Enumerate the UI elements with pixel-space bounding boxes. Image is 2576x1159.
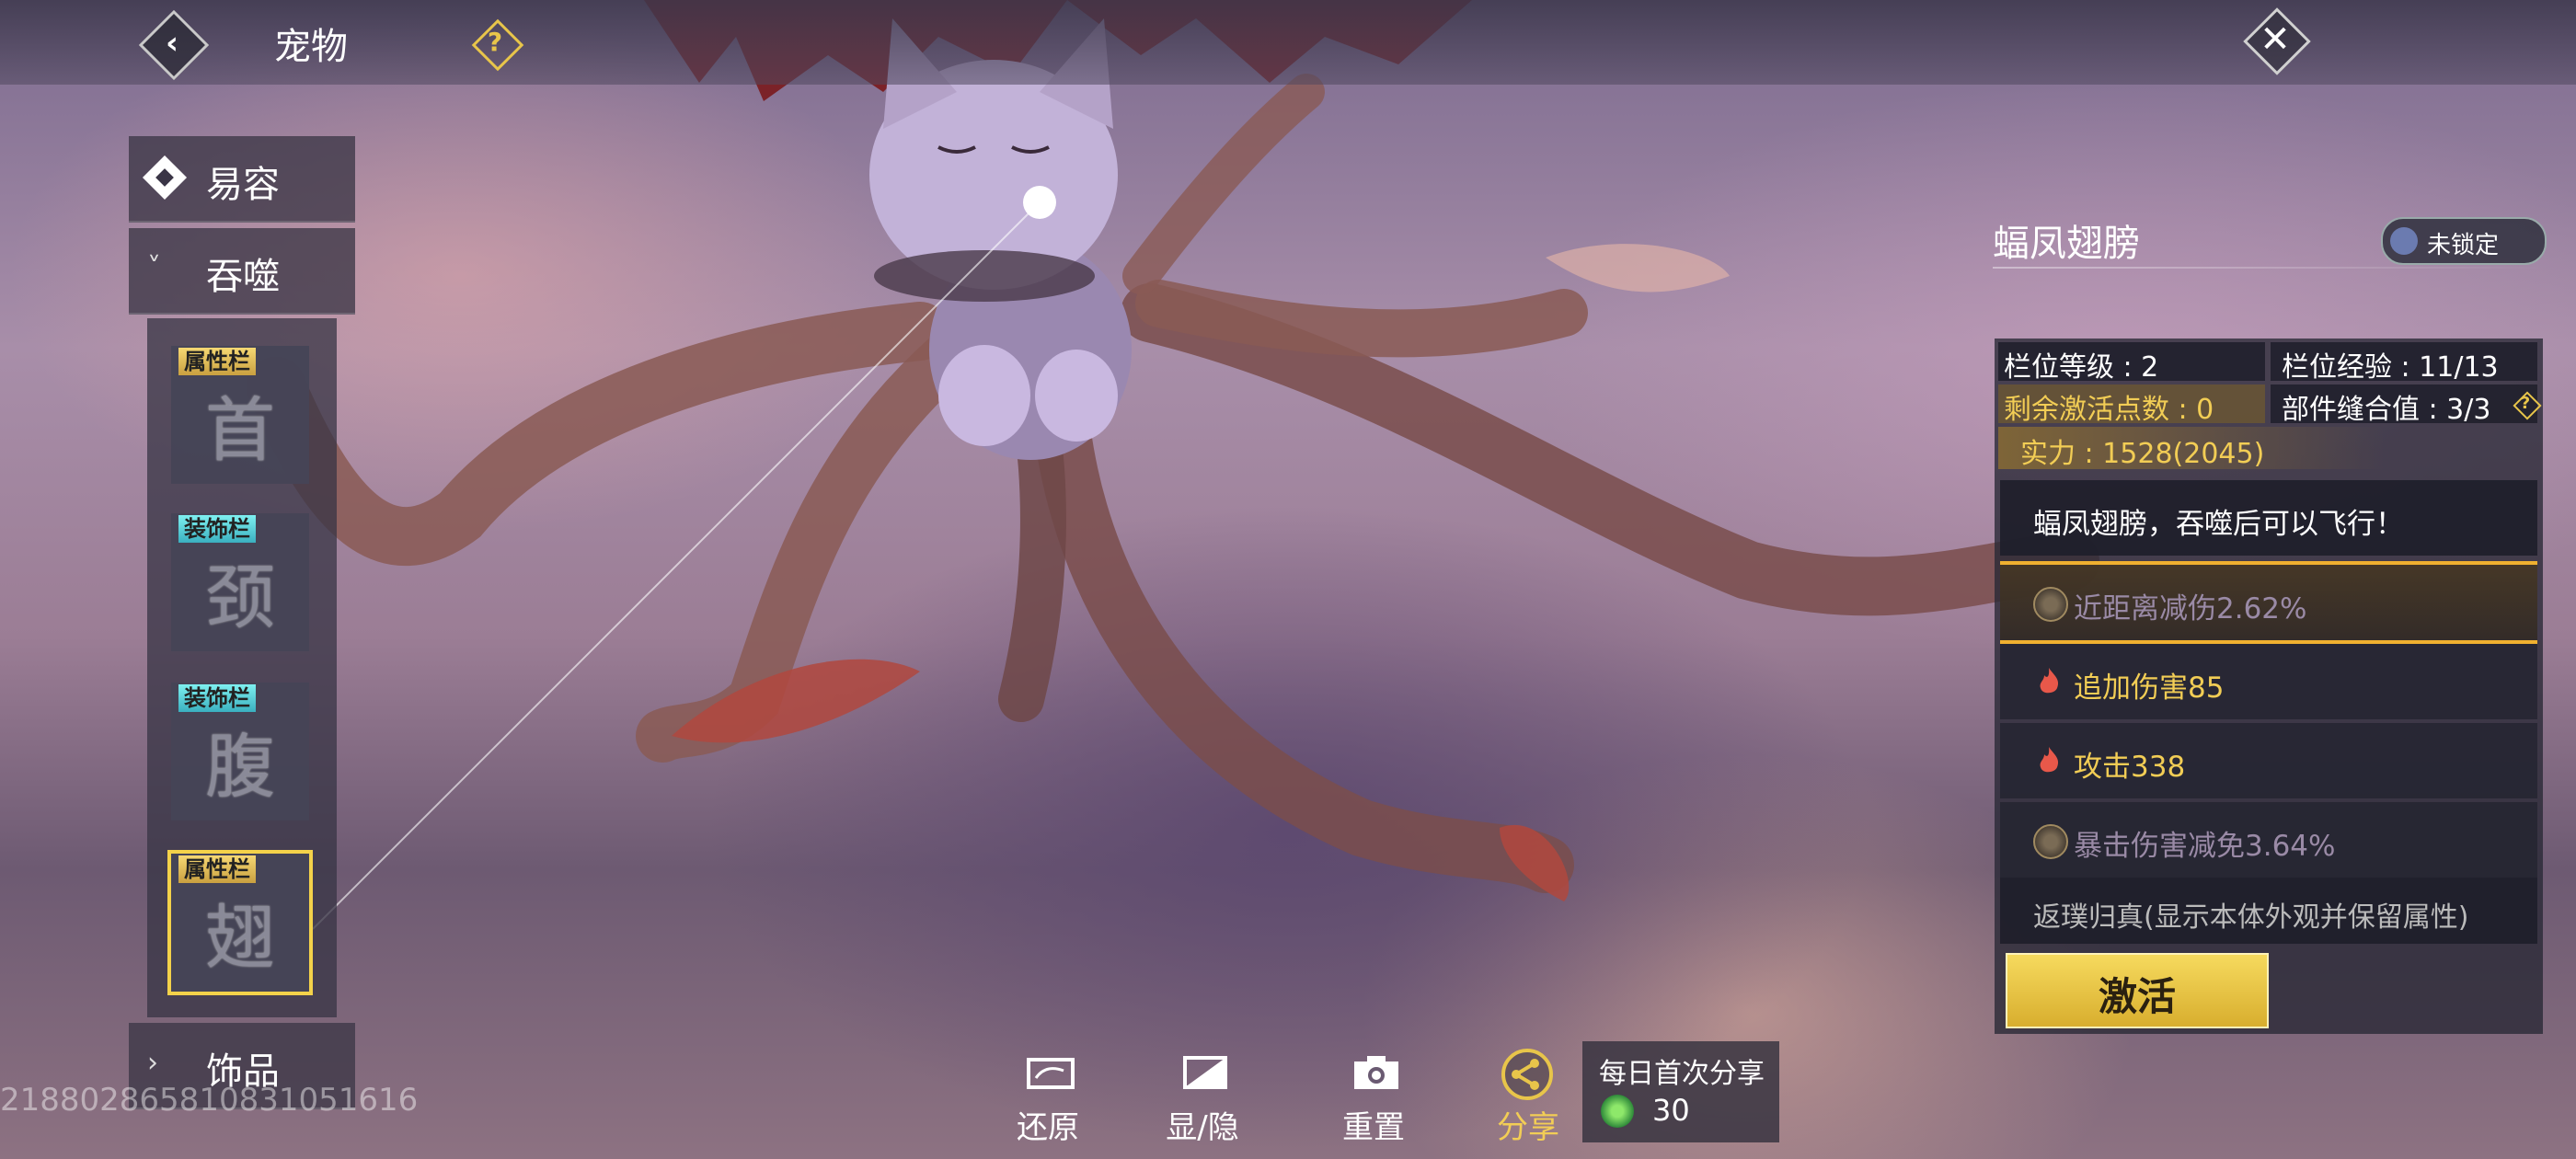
nav-item-label: 吞噬 (206, 256, 280, 298)
slot-wing[interactable]: 属性栏 翅 (167, 850, 313, 995)
help-button[interactable]: ? (471, 18, 524, 72)
reward-count: 30 (1652, 1093, 1690, 1128)
restore-icon (1027, 1058, 1075, 1089)
camera-icon (1354, 1056, 1398, 1089)
question-icon: ? (487, 27, 503, 57)
chevron-down-icon: ˅ (147, 252, 161, 284)
daily-share-text: 每日首次分享 (1599, 1058, 1765, 1090)
nav-item-devour[interactable]: ˅ 吞噬 (129, 228, 355, 315)
reset-button[interactable]: 重置 (1323, 1049, 1424, 1146)
toggle-knob (2390, 227, 2418, 255)
close-button[interactable]: ✕ (2243, 7, 2311, 75)
user-id: 21880286581083105161​6 (0, 1082, 419, 1119)
attribute-text: 攻击338 (2074, 751, 2186, 784)
revert-text: 返璞归真(显示本体外观并保留属性) (2033, 901, 2469, 934)
slot-list: 属性栏 首 装饰栏 颈 装饰栏 腹 属性栏 翅 (147, 318, 337, 1017)
slot-level: 栏位等级 : 2 (2004, 351, 2159, 384)
back-button[interactable]: ‹ (138, 9, 210, 81)
slot-neck[interactable]: 装饰栏 颈 (171, 513, 309, 651)
slot-glyph: 首 (205, 389, 275, 471)
attribute-row: 暴击伤害减免3.64% (2000, 802, 2537, 878)
part-name: 蝠凤翅膀 (1993, 223, 2140, 265)
close-icon: ✕ (2260, 18, 2291, 61)
attribute-row: 追加伤害85 (2000, 644, 2537, 719)
chevron-right-icon: › (147, 1047, 158, 1079)
revert-appearance-option[interactable]: 返璞归真(显示本体外观并保留属性) (2000, 878, 2537, 944)
diamond-icon (138, 151, 193, 206)
part-name-divider (1993, 267, 2545, 269)
slot-glyph: 颈 (205, 557, 275, 638)
show-hide-icon (1183, 1056, 1227, 1089)
reset-label: 重置 (1342, 1109, 1405, 1146)
daily-share-reward: 每日首次分享 30 (1582, 1041, 1779, 1142)
slot-tag: 属性栏 (178, 855, 256, 883)
question-icon: ? (2520, 394, 2531, 413)
share-button[interactable]: 分享 (1478, 1049, 1579, 1146)
fire-icon (2040, 668, 2059, 694)
attribute-text: 暴击伤害减免3.64% (2074, 830, 2336, 863)
share-label: 分享 (1497, 1109, 1559, 1146)
slot-head[interactable]: 属性栏 首 (171, 346, 309, 484)
slot-tag: 属性栏 (178, 348, 256, 375)
stitch-help-button[interactable]: ? (2512, 390, 2542, 420)
slot-exp: 栏位经验 : 11/13 (2282, 351, 2499, 384)
swirl-icon (2033, 824, 2068, 859)
lock-label: 未锁定 (2427, 232, 2500, 259)
slot-glyph: 腹 (205, 726, 275, 808)
stitch-value: 部件缝合值 : 3/3 (2282, 394, 2491, 426)
slot-belly[interactable]: 装饰栏 腹 (171, 683, 309, 820)
attribute-text: 追加伤害85 (2074, 671, 2225, 705)
fire-icon (2040, 747, 2059, 773)
slot-tag: 装饰栏 (178, 684, 256, 712)
nav-item-label: 易容 (206, 164, 280, 206)
slot-glyph: 翅 (205, 897, 275, 979)
restore-label: 还原 (1017, 1109, 1079, 1146)
share-icon (1501, 1049, 1553, 1100)
lock-toggle[interactable]: 未锁定 (2381, 217, 2547, 265)
swirl-icon (2033, 587, 2068, 622)
toggle-label: 显/隐 (1166, 1109, 1239, 1146)
toggle-visibility-button[interactable]: 显/隐 (1152, 1049, 1253, 1146)
power-value: 实力 : 1528(2045) (2020, 438, 2265, 470)
description-text: 蝠凤翅膀，吞噬后可以飞行！ (2033, 508, 2404, 541)
back-arrow-icon: ‹ (165, 25, 178, 62)
attribute-text: 近距离减伤2.62% (2074, 592, 2307, 625)
jade-coin-icon (1601, 1095, 1634, 1128)
activate-button[interactable]: 激活 (2006, 953, 2269, 1028)
attribute-row: 攻击338 (2000, 723, 2537, 798)
page-title: 宠物 (274, 26, 348, 68)
remaining-points: 剩余激活点数 : 0 (2004, 394, 2214, 426)
activate-label: 激活 (2098, 974, 2176, 1019)
slot-tag: 装饰栏 (178, 515, 256, 543)
part-description: 蝠凤翅膀，吞噬后可以飞行！ (2000, 480, 2537, 556)
restore-button[interactable]: 还原 (997, 1049, 1098, 1146)
attribute-row: 近距离减伤2.62% (2000, 561, 2537, 644)
top-bar (0, 0, 2576, 85)
nav-item-disguise[interactable]: 易容 (129, 136, 355, 223)
